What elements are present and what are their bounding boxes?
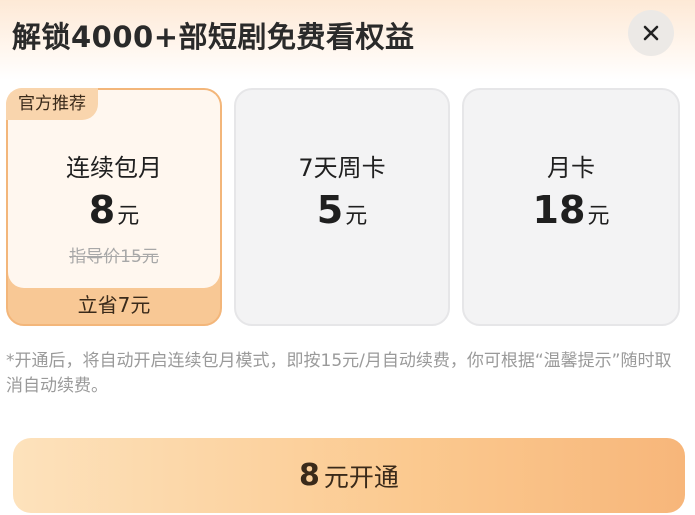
plan-price: 5元 (236, 188, 448, 232)
price-amount: 18 (532, 188, 586, 232)
subscribe-button[interactable]: 8 元开通 (13, 438, 685, 513)
price-amount: 5 (316, 188, 344, 232)
savings-label: 立省7元 (77, 293, 151, 317)
recommended-badge: 官方推荐 (6, 88, 98, 120)
cta-price: 8 (299, 458, 320, 493)
page-title: 解锁4000+部短剧免费看权益 (12, 20, 415, 54)
plan-card-monthly[interactable]: 月卡 18元 (462, 88, 680, 326)
plan-name: 连续包月 (66, 154, 162, 182)
close-button[interactable] (628, 10, 674, 56)
cta-label: 元开通 (323, 462, 399, 492)
plan-name: 月卡 (547, 154, 595, 182)
auto-renew-notice: *开通后，将自动开启连续包月模式，即按15元/月自动续费，你可根据“温馨提示”随… (6, 351, 672, 396)
close-icon (643, 25, 659, 41)
plan-name: 7天周卡 (298, 154, 386, 182)
price-amount: 8 (88, 188, 116, 232)
price-unit: 元 (345, 204, 368, 229)
original-price: 指导价15元 (69, 247, 159, 267)
plan-card-monthly-auto[interactable]: 官方推荐 连续包月 8元 指导价15元 立省7元 (6, 88, 222, 326)
plan-card-weekly[interactable]: 7天周卡 5元 (234, 88, 450, 326)
price-unit: 元 (117, 204, 140, 229)
plan-card-body: 官方推荐 连续包月 8元 指导价15元 (6, 88, 220, 288)
plan-price: 18元 (464, 188, 678, 232)
header: 解锁4000+部短剧免费看权益 (0, 0, 695, 80)
plan-price: 8元 (8, 188, 220, 232)
price-unit: 元 (587, 204, 610, 229)
